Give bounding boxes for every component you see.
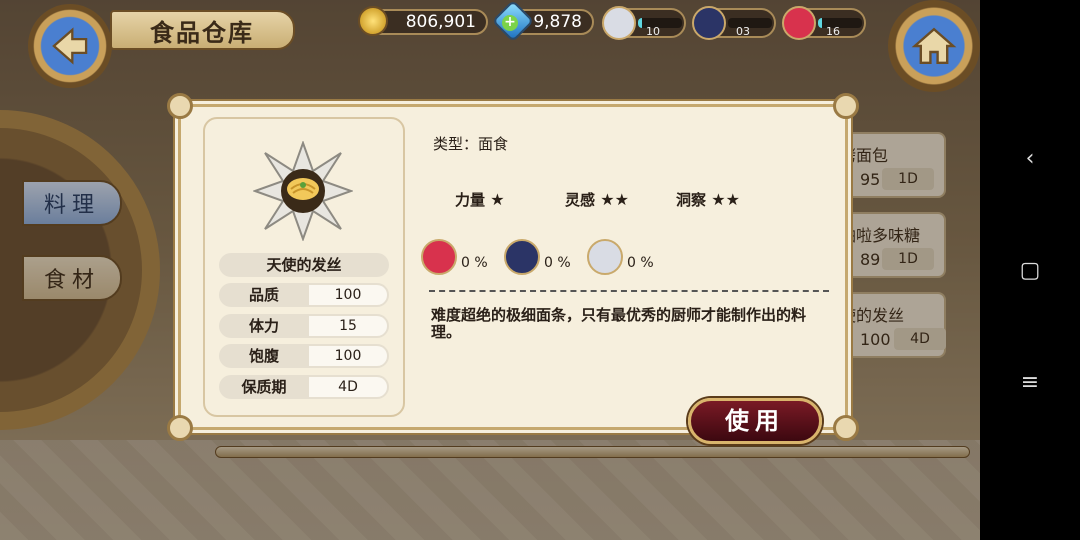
character-status[interactable]: 16 bbox=[782, 6, 866, 40]
affinity-value: 0 % bbox=[544, 255, 571, 271]
star-icon: ★★ bbox=[711, 190, 740, 209]
character-level: 03 bbox=[736, 25, 750, 38]
stat-label: 体力 bbox=[219, 314, 309, 338]
character-bar bbox=[818, 18, 862, 28]
attribute-insight: 洞察 ★★ bbox=[676, 189, 740, 210]
character-avatar bbox=[587, 239, 623, 275]
noodle-dish-icon bbox=[253, 141, 353, 241]
add-gem-icon[interactable]: + bbox=[502, 15, 518, 31]
character-avatar bbox=[421, 239, 457, 275]
stat-row: 保质期 4D bbox=[219, 375, 389, 399]
gem-amount: 9,878 bbox=[533, 12, 582, 32]
affinity-value: 0 % bbox=[461, 255, 488, 271]
attribute-label: 灵感 bbox=[565, 191, 596, 209]
corner-ornament bbox=[833, 415, 859, 441]
attribute-label: 力量 bbox=[455, 191, 486, 209]
corner-ornament bbox=[833, 93, 859, 119]
character-bar-fill bbox=[818, 18, 823, 28]
character-avatar bbox=[602, 6, 636, 40]
stat-label: 品质 bbox=[219, 283, 309, 307]
attribute-inspiration: 灵感 ★★ bbox=[565, 189, 629, 210]
food-detail-dialog: 天使的发丝 品质 100 体力 15 饱腹 100 保质期 4D 类型：面食 力… bbox=[167, 93, 859, 441]
system-home-button[interactable]: ▢ bbox=[1010, 250, 1050, 290]
star-icon: ★ bbox=[490, 190, 505, 209]
back-button[interactable] bbox=[28, 4, 112, 88]
character-bar bbox=[728, 18, 772, 28]
attribute-label: 洞察 bbox=[676, 191, 707, 209]
gold-coin-icon bbox=[358, 6, 388, 36]
item-description: 难度超绝的极细面条，只有最优秀的厨师才能制作出的料理。 bbox=[431, 306, 807, 341]
affinity-item: 0 % bbox=[504, 239, 584, 277]
star-icon: ★★ bbox=[600, 190, 629, 209]
food-type: 类型：面食 bbox=[433, 135, 509, 153]
affinity-item: 0 % bbox=[587, 239, 667, 277]
menu-icon: ≡ bbox=[1020, 369, 1040, 395]
character-avatar bbox=[504, 239, 540, 275]
character-bar bbox=[638, 18, 682, 28]
home-icon bbox=[911, 27, 957, 64]
stat-value: 100 bbox=[307, 344, 389, 368]
use-button-label: 使用 bbox=[725, 407, 785, 435]
attribute-strength: 力量 ★ bbox=[455, 189, 505, 210]
character-bar-fill bbox=[638, 18, 643, 28]
stat-value: 4D bbox=[307, 375, 389, 399]
game-screen: 料理 食材 烤面包 95 1D 啪啦多味糖 89 1D 使的发丝 100 4D … bbox=[0, 0, 980, 540]
system-nav-bar: ‹ ▢ ≡ bbox=[980, 0, 1080, 540]
gold-counter: 806,901 bbox=[358, 6, 488, 36]
square-icon: ▢ bbox=[1019, 257, 1041, 283]
character-status[interactable]: 03 bbox=[692, 6, 776, 40]
page-title: 食品仓库 bbox=[110, 10, 295, 50]
stat-label: 饱腹 bbox=[219, 344, 309, 368]
stat-value: 15 bbox=[307, 314, 389, 338]
affinity-value: 0 % bbox=[627, 255, 654, 271]
gold-amount: 806,901 bbox=[405, 12, 476, 32]
corner-ornament bbox=[167, 415, 193, 441]
chevron-left-icon: ‹ bbox=[1025, 145, 1035, 171]
affinity-item: 0 % bbox=[421, 239, 501, 277]
system-menu-button[interactable]: ≡ bbox=[1010, 362, 1050, 402]
home-button[interactable] bbox=[888, 0, 980, 92]
back-arrow-icon bbox=[52, 27, 88, 65]
character-avatar bbox=[782, 6, 816, 40]
item-name: 天使的发丝 bbox=[219, 253, 389, 277]
stat-row: 饱腹 100 bbox=[219, 344, 389, 368]
page-title-text: 食品仓库 bbox=[150, 18, 254, 47]
character-level: 10 bbox=[646, 25, 660, 38]
stat-label: 保质期 bbox=[219, 375, 309, 399]
use-button[interactable]: 使用 bbox=[688, 398, 822, 444]
stat-value: 100 bbox=[307, 283, 389, 307]
gem-counter[interactable]: + 9,878 bbox=[491, 0, 594, 43]
stat-row: 体力 15 bbox=[219, 314, 389, 338]
system-back-button[interactable]: ‹ bbox=[1010, 138, 1050, 178]
divider bbox=[429, 290, 829, 292]
character-level: 16 bbox=[826, 25, 840, 38]
character-status[interactable]: 10 bbox=[602, 6, 686, 40]
corner-ornament bbox=[167, 93, 193, 119]
character-avatar bbox=[692, 6, 726, 40]
stat-row: 品质 100 bbox=[219, 283, 389, 307]
